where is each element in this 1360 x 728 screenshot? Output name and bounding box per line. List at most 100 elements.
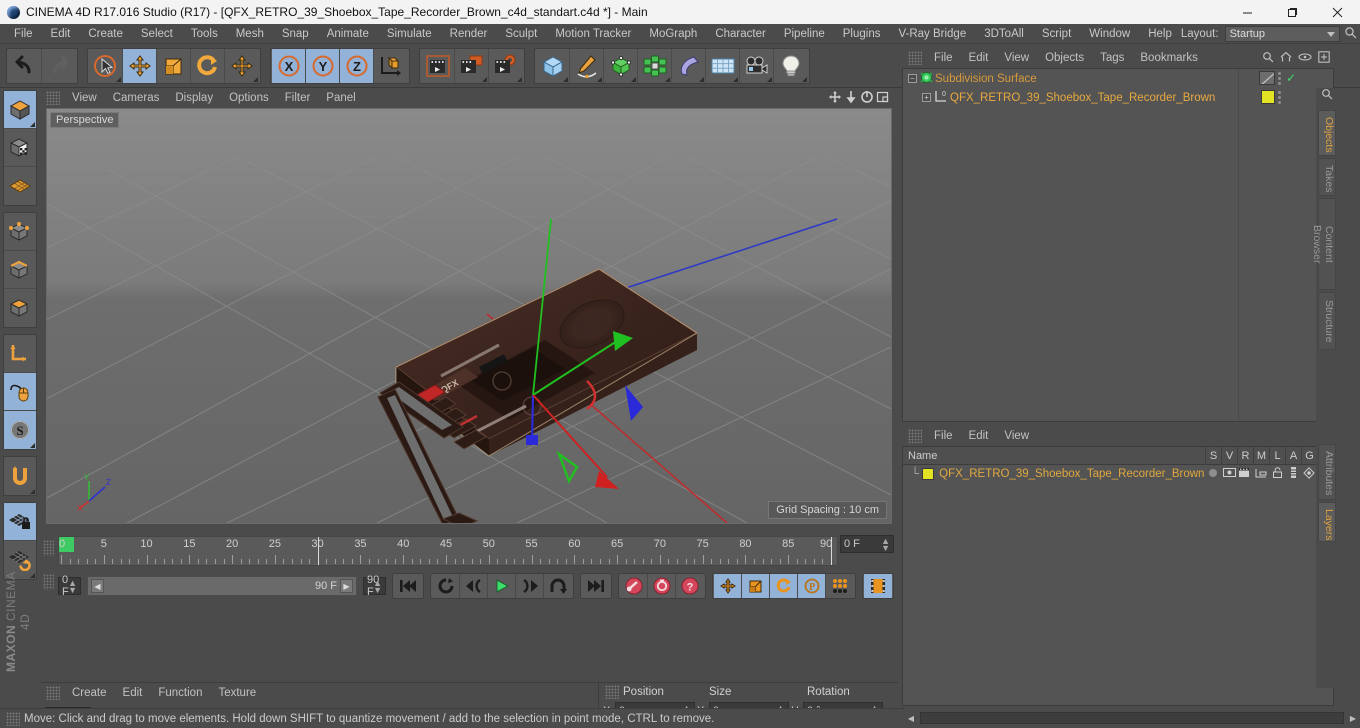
autokey-button[interactable] (648, 574, 676, 598)
panel-grip-icon[interactable] (908, 429, 922, 443)
viewport-menu-view[interactable]: View (64, 88, 105, 108)
step-back-button[interactable] (460, 574, 488, 598)
perspective-viewport[interactable]: QFX Y Z X Perspective Grid Spacing: 10 … (46, 108, 892, 524)
render-region-button[interactable] (455, 48, 489, 83)
viewport-menu-panel[interactable]: Panel (318, 88, 363, 108)
rotate-tool-button[interactable] (191, 48, 225, 83)
undo-button[interactable] (8, 48, 42, 83)
object-axis-button[interactable] (4, 335, 36, 373)
menu-animate[interactable]: Animate (318, 24, 378, 44)
menu-character[interactable]: Character (706, 24, 775, 44)
material-menu-edit[interactable]: Edit (115, 683, 151, 703)
layer-solo-cell[interactable] (1205, 468, 1221, 480)
menu-create[interactable]: Create (79, 24, 132, 44)
key-position-button[interactable] (714, 574, 742, 598)
key-scale-button[interactable] (742, 574, 770, 598)
menu-snap[interactable]: Snap (273, 24, 318, 44)
column-r[interactable]: R (1237, 446, 1253, 465)
world-object-axis-button[interactable] (374, 49, 408, 83)
viewport-menu-options[interactable]: Options (221, 88, 277, 108)
minimize-button[interactable] (1225, 0, 1270, 24)
current-frame-field[interactable]: 0 F ▲ ▼ (840, 535, 894, 553)
layer-visible-cell[interactable] (1221, 468, 1237, 480)
om-menu-tags[interactable]: Tags (1092, 48, 1132, 68)
tab-attributes[interactable]: Attributes (1318, 444, 1336, 500)
tab-objects[interactable]: Objects (1318, 110, 1336, 156)
spinner-icon[interactable]: ▲▼ (881, 537, 890, 553)
panel-grip-icon[interactable] (46, 91, 60, 105)
go-to-end-button[interactable] (582, 574, 610, 598)
om-menu-edit[interactable]: Edit (961, 48, 997, 68)
layer-generator-cell[interactable] (1301, 466, 1317, 482)
om-menu-objects[interactable]: Objects (1037, 48, 1092, 68)
search-icon[interactable] (1262, 51, 1274, 66)
redo-button[interactable] (42, 49, 76, 83)
snap-button[interactable] (4, 457, 36, 495)
lock-z-button[interactable]: Z (340, 48, 374, 83)
viewport-menu-display[interactable]: Display (167, 88, 221, 108)
panel-grip-icon[interactable] (46, 686, 60, 700)
menu-select[interactable]: Select (132, 24, 182, 44)
om-menu-file[interactable]: File (926, 48, 961, 68)
spinner-icon[interactable]: ▲▼ (68, 579, 77, 595)
keyframe-selection-button[interactable]: ? (676, 574, 704, 598)
eye-icon[interactable] (1298, 52, 1312, 65)
move-alt-button[interactable] (225, 49, 259, 83)
transport-grip-icon[interactable] (43, 574, 54, 590)
go-to-start-button[interactable] (394, 574, 422, 598)
key-rotation-button[interactable] (770, 574, 798, 598)
maximize-button[interactable] (1270, 0, 1315, 24)
scroll-track[interactable] (920, 712, 1344, 724)
column-a[interactable]: A (1285, 446, 1301, 465)
home-icon[interactable] (1280, 51, 1292, 66)
menu-plugins[interactable]: Plugins (834, 24, 890, 44)
search-icon[interactable] (1316, 88, 1338, 108)
scroll-right-icon[interactable]: ▶ (1346, 714, 1360, 723)
tab-structure[interactable]: Structure (1318, 292, 1336, 350)
timeline-end-field[interactable]: 90 F ▲ ▼ (363, 574, 386, 598)
panel-grip-icon[interactable] (6, 711, 20, 726)
scene-environment-button[interactable] (706, 48, 740, 83)
horizontal-scrollbar[interactable]: ◀ ▶ (904, 708, 1360, 728)
menu-file[interactable]: File (5, 24, 42, 44)
render-settings-button[interactable] (489, 49, 523, 83)
move-tool-button[interactable] (123, 48, 157, 83)
maximize-view-icon[interactable] (876, 90, 890, 107)
timeline-grip-icon[interactable] (43, 540, 54, 556)
points-mode-button[interactable] (4, 213, 36, 251)
menu-sculpt[interactable]: Sculpt (496, 24, 546, 44)
primitive-cube-button[interactable] (536, 48, 570, 83)
workplane-lock-button[interactable] (4, 503, 36, 541)
light-button[interactable] (774, 49, 808, 83)
key-point-level-button[interactable] (826, 574, 854, 598)
loop-button[interactable] (544, 574, 572, 598)
lm-menu-file[interactable]: File (926, 426, 961, 446)
tab-content-browser[interactable]: Content Browser (1311, 198, 1336, 290)
object-manager-tree[interactable]: − Subdivision Surface ✓ + 0 QFX_RETRO_39… (902, 68, 1334, 422)
timeline-window-button[interactable] (864, 574, 892, 598)
menu-motion-tracker[interactable]: Motion Tracker (546, 24, 640, 44)
expand-toggle-icon[interactable]: + (922, 93, 931, 102)
mograph-button[interactable] (638, 48, 672, 83)
edges-mode-button[interactable] (4, 251, 36, 289)
spline-pen-button[interactable] (570, 48, 604, 83)
menu-mograph[interactable]: MoGraph (640, 24, 706, 44)
play-backwards-button[interactable] (432, 574, 460, 598)
preview-range-slider[interactable]: ◀ 0 F 90 F ▶ (87, 576, 357, 596)
camera-button[interactable] (740, 48, 774, 83)
object-name-label[interactable]: QFX_RETRO_39_Shoebox_Tape_Recorder_Brown (950, 92, 1215, 104)
play-button[interactable] (488, 574, 516, 598)
range-right-handle[interactable]: ▶ (340, 579, 353, 593)
layer-animation-cell[interactable] (1285, 467, 1301, 481)
deformer-button[interactable] (672, 48, 706, 83)
material-tag-chip[interactable] (1261, 90, 1275, 104)
close-button[interactable] (1315, 0, 1360, 24)
search-icon[interactable] (1340, 26, 1360, 42)
enable-check-icon[interactable]: ✓ (1284, 72, 1298, 84)
rotate-icon[interactable] (860, 90, 874, 107)
expand-icon[interactable] (1318, 50, 1330, 66)
column-m[interactable]: M (1253, 446, 1269, 465)
generator-button[interactable] (604, 48, 638, 83)
timeline-ruler[interactable]: 051015202530354045505560657075808590 (58, 536, 838, 566)
layer-render-cell[interactable] (1237, 467, 1253, 481)
